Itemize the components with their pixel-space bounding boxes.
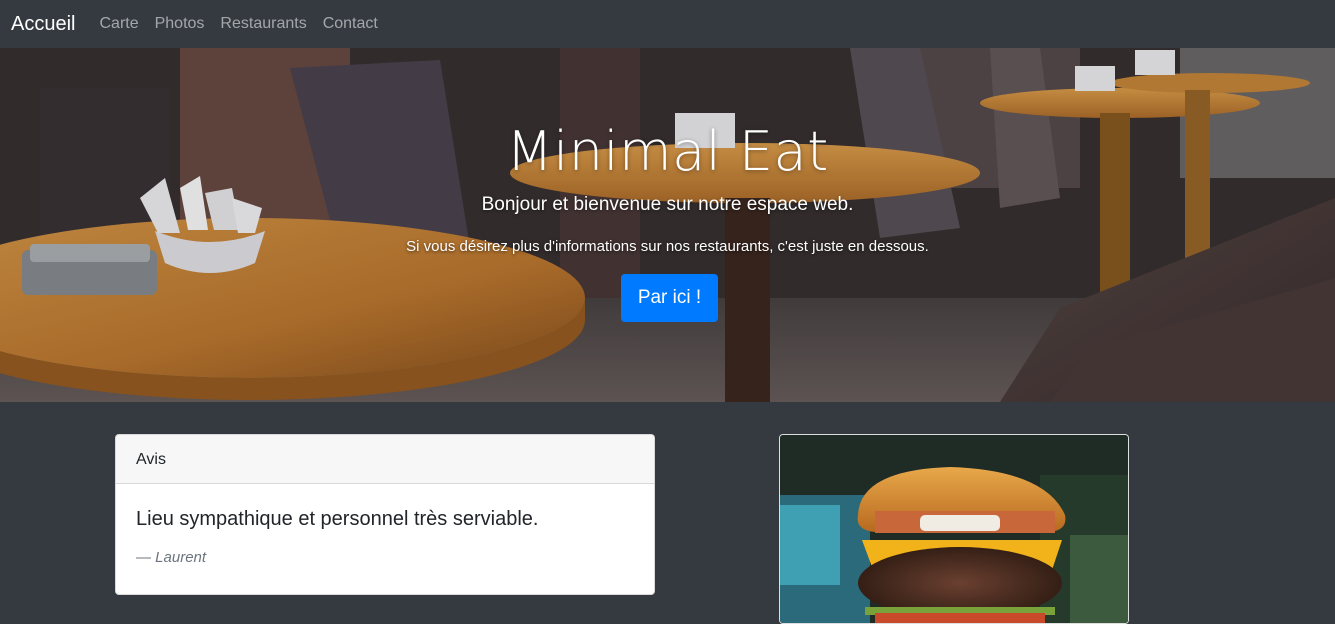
hero-content: Minimal Eat Bonjour et bienvenue sur not… [0, 48, 1335, 402]
burger-image-card [779, 434, 1129, 624]
hero-text: Si vous désirez plus d'informations sur … [406, 238, 929, 255]
nav-link-photos[interactable]: Photos [155, 15, 205, 33]
hero-section: Minimal Eat Bonjour et bienvenue sur not… [0, 48, 1335, 402]
burger-image [780, 435, 1128, 623]
review-card: Avis Lieu sympathique et personnel très … [115, 434, 655, 595]
nav-link-carte[interactable]: Carte [99, 15, 138, 33]
nav-link-contact[interactable]: Contact [323, 15, 378, 33]
hero-subtitle: Bonjour et bienvenue sur notre espace we… [481, 194, 854, 215]
hero-cta-button[interactable]: Par ici ! [621, 274, 718, 322]
brand-link-home[interactable]: Accueil [11, 13, 75, 36]
review-card-header: Avis [116, 435, 654, 484]
review-quote: Lieu sympathique et personnel très servi… [136, 508, 539, 530]
navbar: Accueil Carte Photos Restaurants Contact [0, 0, 1335, 48]
review-card-body: Lieu sympathique et personnel très servi… [116, 484, 654, 566]
review-author: — Laurent [136, 549, 207, 566]
nav-link-restaurants[interactable]: Restaurants [220, 15, 306, 33]
hero-title: Minimal Eat [506, 120, 829, 183]
